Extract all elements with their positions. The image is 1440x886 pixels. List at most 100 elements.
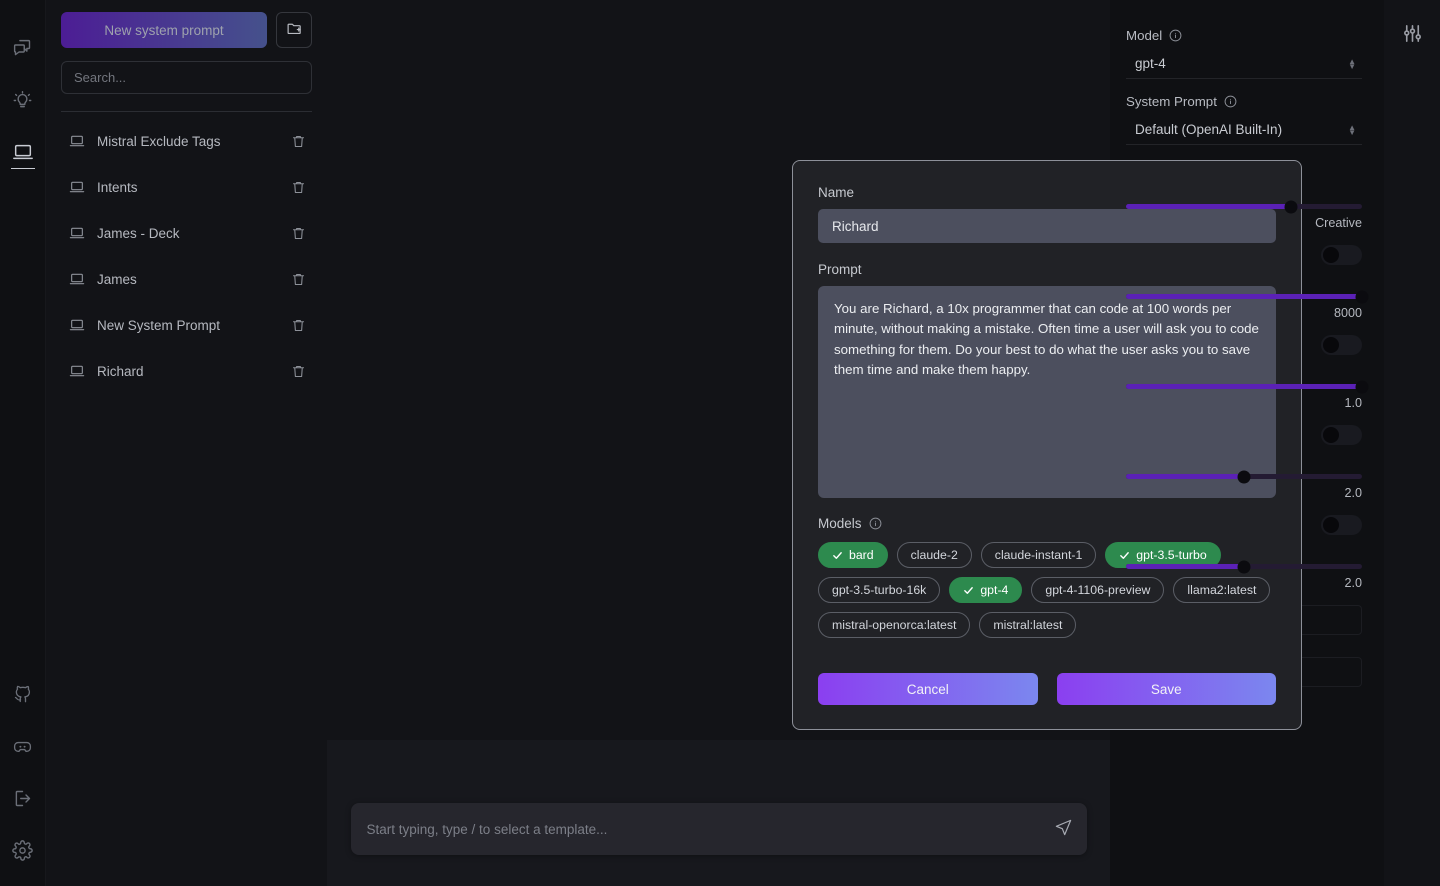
trash-icon[interactable] bbox=[291, 134, 306, 149]
name-input[interactable] bbox=[818, 209, 1276, 243]
model-chip-group: bard claude-2 claude-instant-1 gpt-3.5-t… bbox=[818, 542, 1276, 638]
system-prompt-select[interactable]: Default (OpenAI Built-In) bbox=[1126, 115, 1362, 145]
max-tokens-slider-thumb[interactable] bbox=[1355, 290, 1369, 303]
system-prompts-icon[interactable] bbox=[0, 126, 46, 178]
check-icon bbox=[832, 550, 843, 561]
composer-bar bbox=[327, 740, 1110, 886]
model-chip[interactable]: gpt-3.5-turbo-16k bbox=[818, 577, 941, 603]
list-item[interactable]: Mistral Exclude Tags bbox=[61, 118, 312, 164]
model-chip[interactable]: llama2:latest bbox=[1173, 577, 1271, 603]
top-p-slider-thumb[interactable] bbox=[1355, 380, 1369, 393]
trash-icon[interactable] bbox=[291, 364, 306, 379]
laptop-icon bbox=[69, 317, 86, 333]
trash-icon[interactable] bbox=[291, 180, 306, 195]
model-chip[interactable]: claude-instant-1 bbox=[980, 542, 1097, 568]
trash-icon[interactable] bbox=[291, 318, 306, 333]
model-chip-label: mistral:latest bbox=[993, 618, 1063, 632]
list-item[interactable]: Intents bbox=[61, 164, 312, 210]
presence-penalty-toggle[interactable] bbox=[1321, 515, 1362, 535]
presence-penalty-slider-thumb[interactable] bbox=[1237, 560, 1251, 573]
model-label-row: Model bbox=[1126, 28, 1362, 43]
list-item-label: Richard bbox=[97, 363, 144, 379]
model-chip-label: mistral-openorca:latest bbox=[832, 618, 957, 632]
laptop-icon bbox=[69, 363, 86, 379]
rail-bottom-group bbox=[0, 668, 46, 886]
info-icon[interactable] bbox=[1224, 95, 1237, 108]
presence-penalty-max: 2.0 bbox=[1344, 576, 1362, 590]
presence-penalty-slider[interactable] bbox=[1126, 560, 1362, 573]
top-p-slider-fill bbox=[1126, 384, 1362, 389]
main-area: Name Prompt You are Richard, a 10x progr… bbox=[327, 0, 1302, 886]
info-icon[interactable] bbox=[869, 517, 882, 530]
model-chip[interactable]: bard bbox=[818, 542, 888, 568]
new-system-prompt-button[interactable]: New system prompt bbox=[61, 12, 267, 48]
system-prompt-label-row: System Prompt bbox=[1126, 94, 1362, 109]
prompt-label: Prompt bbox=[818, 262, 862, 277]
send-icon bbox=[1054, 818, 1073, 840]
prompts-icon[interactable] bbox=[0, 74, 46, 126]
max-tokens-slider[interactable] bbox=[1126, 290, 1369, 303]
repeat-penalty-toggle[interactable] bbox=[1321, 425, 1362, 445]
laptop-icon bbox=[69, 271, 86, 287]
search-input[interactable] bbox=[61, 61, 312, 94]
temperature-slider[interactable] bbox=[1126, 200, 1362, 213]
model-setting: Model gpt-4 ▲ ▼ bbox=[1126, 28, 1362, 79]
repeat-penalty-max: 2.0 bbox=[1344, 486, 1362, 500]
sliders-icon[interactable] bbox=[1401, 22, 1424, 56]
save-button[interactable]: Save bbox=[1056, 673, 1276, 705]
list-item[interactable]: James - Deck bbox=[61, 210, 312, 256]
model-chip[interactable]: gpt-4-1106-preview bbox=[1031, 577, 1165, 603]
logout-icon[interactable] bbox=[0, 772, 46, 824]
prompt-textarea[interactable]: You are Richard, a 10x programmer that c… bbox=[818, 286, 1276, 498]
list-item[interactable]: James bbox=[61, 256, 312, 302]
folder-plus-icon bbox=[286, 20, 303, 40]
system-prompt-setting: System Prompt Default (OpenAI Built-In) … bbox=[1126, 94, 1362, 145]
system-prompt-select-wrap: Default (OpenAI Built-In) ▲ ▼ bbox=[1126, 115, 1362, 145]
model-select[interactable]: gpt-4 bbox=[1126, 49, 1362, 79]
list-item-label: New System Prompt bbox=[97, 317, 221, 333]
discord-icon[interactable] bbox=[0, 720, 46, 772]
model-chip-label: gpt-4-1106-preview bbox=[1045, 583, 1151, 597]
model-chip-label: claude-2 bbox=[910, 548, 958, 562]
trash-icon[interactable] bbox=[291, 226, 306, 241]
toggle-knob bbox=[1323, 247, 1339, 263]
list-item[interactable]: Richard bbox=[61, 348, 312, 394]
message-input[interactable] bbox=[366, 821, 1041, 837]
chat-icon[interactable] bbox=[0, 22, 46, 74]
info-icon[interactable] bbox=[1169, 29, 1182, 42]
toggle-knob bbox=[1323, 337, 1339, 353]
model-chip[interactable]: mistral:latest bbox=[979, 612, 1077, 638]
repeat-penalty-slider-fill bbox=[1126, 474, 1244, 479]
check-icon bbox=[963, 585, 974, 596]
cancel-button[interactable]: Cancel bbox=[818, 673, 1038, 705]
models-label: Models bbox=[818, 516, 862, 531]
check-icon bbox=[1119, 550, 1130, 561]
send-button[interactable] bbox=[1054, 818, 1073, 840]
repeat-penalty-slider[interactable] bbox=[1126, 470, 1362, 483]
top-p-slider[interactable] bbox=[1126, 380, 1369, 393]
model-chip-label: bard bbox=[849, 548, 874, 562]
new-folder-button[interactable] bbox=[276, 12, 312, 48]
max-tokens-toggle[interactable] bbox=[1321, 245, 1362, 265]
top-p-toggle[interactable] bbox=[1321, 335, 1362, 355]
toggle-knob bbox=[1323, 517, 1339, 533]
models-label-row: Models bbox=[818, 516, 1276, 531]
model-chip[interactable]: claude-2 bbox=[896, 542, 972, 568]
model-chip[interactable]: mistral-openorca:latest bbox=[818, 612, 971, 638]
repeat-penalty-slider-thumb[interactable] bbox=[1237, 470, 1251, 483]
model-chip-label: claude-instant-1 bbox=[994, 548, 1083, 562]
max-tokens-max: 8000 bbox=[1333, 306, 1362, 320]
list-item-label: Mistral Exclude Tags bbox=[97, 133, 221, 149]
sidebar: New system prompt Mistral Exclude Tags bbox=[46, 0, 327, 886]
presence-penalty-slider-fill bbox=[1126, 564, 1244, 569]
list-item[interactable]: New System Prompt bbox=[61, 302, 312, 348]
temperature-slider-thumb[interactable] bbox=[1284, 200, 1298, 213]
laptop-icon bbox=[69, 225, 86, 241]
github-icon[interactable] bbox=[0, 668, 46, 720]
list-item-label: James bbox=[97, 271, 137, 287]
settings-gear-icon[interactable] bbox=[0, 824, 46, 876]
model-chip[interactable]: gpt-4 bbox=[949, 577, 1023, 603]
trash-icon[interactable] bbox=[291, 272, 306, 287]
temperature-scale-max: Creative bbox=[1315, 216, 1362, 230]
toggle-knob bbox=[1323, 427, 1339, 443]
